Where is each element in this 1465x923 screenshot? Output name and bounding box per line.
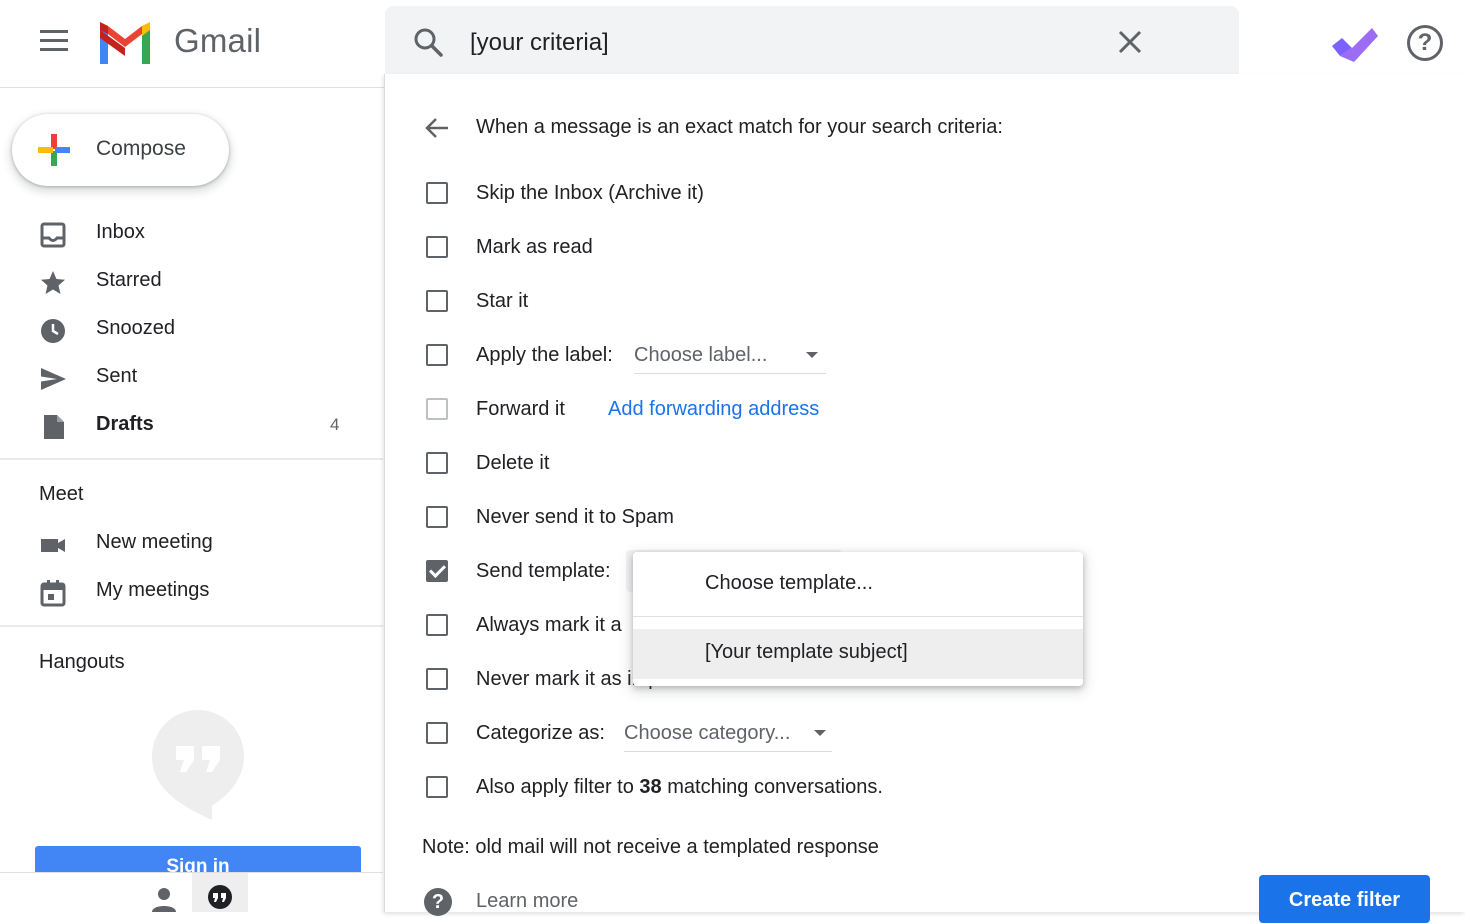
option-label: Always mark it a <box>476 614 622 636</box>
option-label: Send template: <box>476 560 611 582</box>
star-icon <box>41 271 65 294</box>
always-important-checkbox[interactable] <box>426 614 448 636</box>
sidebar-item-starred[interactable]: Starred <box>0 258 383 306</box>
categorize-checkbox[interactable] <box>426 722 448 744</box>
apply-existing-checkbox[interactable] <box>426 776 448 798</box>
template-note: Note: old mail will not receive a templa… <box>422 836 879 858</box>
meet-title: Meet <box>39 483 84 505</box>
sidebar-item-sent[interactable]: Sent <box>0 354 383 402</box>
apply-existing-text-post: matching conversations. <box>661 776 883 798</box>
calendar-icon <box>40 580 66 607</box>
menu-item-label: Choose template... <box>705 572 873 594</box>
sidebar-item-label: Starred <box>96 269 162 291</box>
template-dropdown-menu: Choose template... [Your template subjec… <box>633 552 1083 686</box>
skip-inbox-checkbox[interactable] <box>426 182 448 204</box>
video-icon <box>41 539 65 552</box>
gmail-wordmark: Gmail <box>174 22 262 59</box>
label-select-value: Choose label... <box>634 344 768 366</box>
category-select-value: Choose category... <box>624 722 791 744</box>
sidebar-item-label: Drafts <box>96 413 154 435</box>
sidebar-item-label: Inbox <box>96 221 145 243</box>
sidebar-item-label: Sent <box>96 365 138 387</box>
apply-label-checkbox[interactable] <box>426 344 448 366</box>
help-icon[interactable]: ? <box>1407 25 1443 61</box>
option-label: Skip the Inbox (Archive it) <box>476 182 704 204</box>
divider <box>0 625 383 627</box>
sidebar-item-snoozed[interactable]: Snoozed <box>0 306 383 354</box>
compose-label: Compose <box>96 137 186 160</box>
send-icon <box>41 368 66 390</box>
sidebar-item-label: Snoozed <box>96 317 175 339</box>
menu-item-template-subject[interactable]: [Your template subject] <box>633 629 1083 679</box>
forward-it-checkbox[interactable] <box>426 398 448 420</box>
label-select[interactable]: Choose label... <box>634 340 826 374</box>
apply-existing-text-pre: Also apply filter to <box>476 776 640 798</box>
sidebar-item-label: My meetings <box>96 579 210 601</box>
divider <box>0 458 383 460</box>
option-label: Categorize as: <box>476 722 605 744</box>
never-spam-checkbox[interactable] <box>426 506 448 528</box>
back-arrow-icon[interactable] <box>423 114 451 142</box>
search-icon[interactable] <box>412 26 444 58</box>
create-filter-button[interactable]: Create filter <box>1259 875 1430 923</box>
compose-button[interactable]: Compose <box>12 114 229 186</box>
sidebar-item-new-meeting[interactable]: New meeting <box>0 520 383 568</box>
star-it-checkbox[interactable] <box>426 290 448 312</box>
inbox-icon <box>40 222 66 248</box>
drafts-count: 4 <box>330 415 340 434</box>
send-template-checkbox[interactable] <box>426 560 448 582</box>
draft-icon <box>44 415 64 439</box>
tasks-check-icon[interactable] <box>1328 22 1380 64</box>
option-label: Also apply filter to 38 matching convers… <box>476 776 883 799</box>
menu-item-label: [Your template subject] <box>705 641 908 663</box>
divider <box>633 616 1083 617</box>
sidebar-item-drafts[interactable]: Drafts 4 <box>0 402 383 450</box>
sidebar-item-label: New meeting <box>96 531 213 553</box>
sidebar-item-inbox[interactable]: Inbox <box>0 210 383 258</box>
hangouts-quote-icon <box>208 885 232 909</box>
filter-heading: When a message is an exact match for you… <box>476 116 1003 138</box>
menu-item-choose-template[interactable]: Choose template... <box>633 552 1083 602</box>
main-menu-icon[interactable] <box>40 30 68 54</box>
clock-icon <box>41 319 65 343</box>
option-label: Never send it to Spam <box>476 506 674 528</box>
option-label: Mark as read <box>476 236 593 258</box>
option-label: Apply the label: <box>476 344 613 366</box>
category-select[interactable]: Choose category... <box>624 718 832 752</box>
hangouts-title: Hangouts <box>39 651 125 673</box>
gmail-logo[interactable] <box>96 20 154 64</box>
plus-icon <box>38 134 70 166</box>
option-label: Forward it <box>476 398 565 420</box>
person-icon[interactable] <box>150 886 178 912</box>
option-label: Delete it <box>476 452 550 474</box>
sidebar-item-my-meetings[interactable]: My meetings <box>0 568 383 616</box>
close-icon[interactable] <box>1116 28 1144 56</box>
search-input[interactable]: [your criteria] <box>470 29 609 57</box>
add-forwarding-address-link[interactable]: Add forwarding address <box>608 398 819 421</box>
option-label: Star it <box>476 290 529 312</box>
never-important-checkbox[interactable] <box>426 668 448 690</box>
hangouts-bubble-icon <box>152 710 244 820</box>
learn-more-link[interactable]: Learn more <box>476 890 578 913</box>
chevron-down-icon <box>806 352 818 358</box>
delete-it-checkbox[interactable] <box>426 452 448 474</box>
matching-count: 38 <box>639 776 662 798</box>
mark-as-read-checkbox[interactable] <box>426 236 448 258</box>
chevron-down-icon <box>814 730 826 736</box>
